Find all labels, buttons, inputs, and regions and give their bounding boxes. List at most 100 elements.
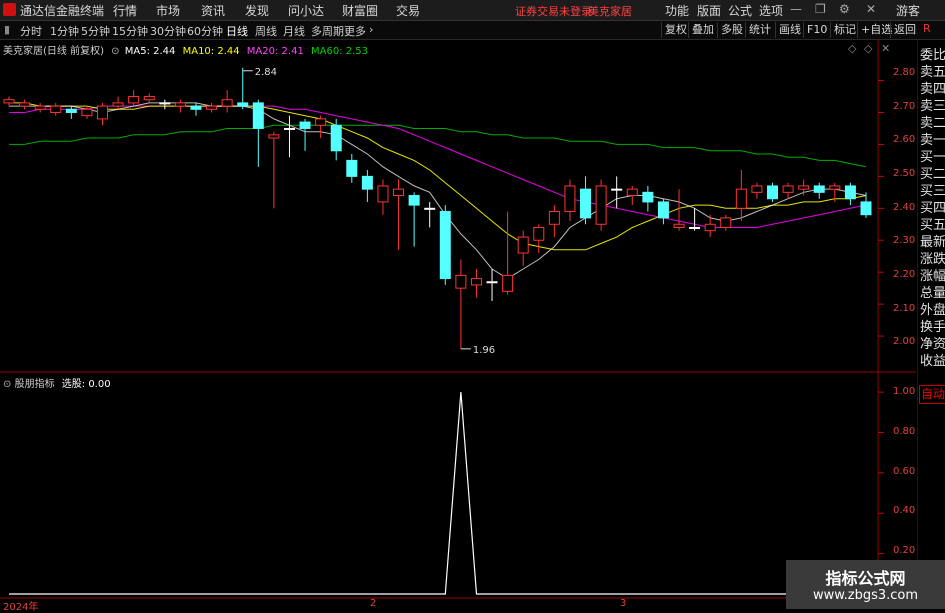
- candle: [221, 90, 233, 113]
- candle-body: [330, 124, 342, 152]
- side-field-label: 买一: [920, 150, 945, 165]
- price-tick-label: 2.50: [893, 168, 916, 179]
- sub-axis-ticks: [878, 391, 884, 555]
- candle: [580, 176, 592, 225]
- candle: [642, 185, 654, 212]
- x-tick-label: 3: [620, 598, 627, 609]
- side-field-label: 卖一: [920, 133, 945, 148]
- candle-body: [455, 274, 467, 289]
- price-annotations: 2.84 1.96: [242, 67, 495, 356]
- high-annotation: 2.84: [255, 67, 277, 78]
- candle: [3, 96, 15, 107]
- side-field-label: 卖三: [920, 99, 945, 114]
- candle-body: [128, 96, 140, 104]
- candle-body: [346, 159, 358, 177]
- side-field-label: 买四: [920, 201, 945, 216]
- candle-body: [626, 188, 638, 197]
- candle: [548, 205, 560, 238]
- side-field-label: 总量: [920, 286, 945, 301]
- candle: [346, 154, 358, 183]
- candle-body: [486, 281, 498, 284]
- low-annotation: 1.96: [473, 345, 495, 356]
- side-field-label: 最新: [920, 235, 945, 250]
- candle: [439, 205, 451, 285]
- candle: [377, 179, 389, 215]
- candle: [393, 179, 405, 250]
- price-tick-label: 2.40: [893, 202, 916, 213]
- candle-body: [844, 185, 856, 200]
- price-tick-label: 2.20: [893, 269, 916, 280]
- candlesticks: [3, 67, 872, 349]
- x-tick-label: 2024年: [3, 602, 39, 613]
- candle-body: [829, 185, 841, 190]
- candle: [283, 115, 295, 158]
- candle: [611, 176, 623, 209]
- candle: [361, 169, 373, 202]
- candle-body: [174, 102, 186, 107]
- candle: [237, 67, 249, 110]
- candle-body: [580, 188, 592, 219]
- candle-body: [3, 99, 15, 104]
- kline-chart[interactable]: 2.84 1.96: [0, 0, 945, 609]
- candle: [751, 182, 763, 199]
- side-field-label: 换手: [920, 320, 945, 335]
- price-axis-ticks: [878, 80, 884, 337]
- quote-side-panel: R 委比 卖五 卖四 卖三 卖二 卖一 买一 买二 买三 买四 买五 最新 涨跌 涨幅 总量 外盘 换手 净资 收益…: [917, 22, 945, 609]
- candle-body: [673, 223, 685, 228]
- candle-body: [720, 217, 732, 228]
- sub-tick-label: 1.00: [893, 386, 916, 397]
- price-tick-label: 2.30: [893, 235, 916, 246]
- candle-body: [81, 108, 93, 117]
- corner-r-icon[interactable]: R: [923, 22, 931, 35]
- candle-body: [34, 105, 46, 110]
- candle-body: [408, 195, 420, 206]
- candle-body: [704, 223, 716, 232]
- side-field-label: 委比: [920, 48, 945, 63]
- sub-tick-label: 0.60: [893, 466, 916, 477]
- candle-body: [502, 274, 514, 292]
- candle: [96, 102, 108, 126]
- candle-body: [689, 226, 701, 229]
- candle: [252, 99, 264, 167]
- candle-body: [470, 278, 482, 286]
- candle: [455, 259, 467, 349]
- candle: [595, 179, 607, 231]
- x-tick-label: 2: [370, 598, 377, 609]
- candle: [174, 99, 186, 113]
- candle-body: [813, 185, 825, 193]
- candle: [19, 99, 31, 110]
- candle: [206, 102, 218, 113]
- candle-body: [206, 105, 218, 110]
- candle-body: [361, 175, 373, 190]
- side-field-label: 买五: [920, 218, 945, 233]
- candle-body: [315, 118, 327, 126]
- side-field-label: 卖二: [920, 116, 945, 131]
- candle-body: [517, 236, 529, 254]
- ma20-line: [9, 105, 867, 228]
- candle: [112, 96, 124, 110]
- candle: [564, 179, 576, 222]
- ma60-line: [9, 124, 867, 168]
- candle: [626, 185, 638, 206]
- candle: [470, 268, 482, 298]
- candle: [844, 182, 856, 206]
- sub-tick-label: 0.40: [893, 505, 916, 516]
- candle-body: [424, 207, 436, 210]
- candle: [299, 118, 311, 151]
- candle: [190, 102, 202, 116]
- watermark: 指标公式网 www.zbgs3.com: [786, 560, 945, 609]
- candle: [517, 230, 529, 266]
- candle: [798, 179, 810, 196]
- candle: [782, 182, 794, 199]
- candle-body: [283, 127, 295, 130]
- candle-body: [377, 185, 389, 203]
- candle-body: [143, 96, 155, 101]
- auto-button[interactable]: 自动: [919, 385, 945, 404]
- side-field-label: 卖四: [920, 82, 945, 97]
- candle-body: [533, 226, 545, 241]
- sub-tick-label: 0.80: [893, 426, 916, 437]
- candle: [34, 102, 46, 113]
- candle-body: [751, 185, 763, 193]
- candle-body: [112, 102, 124, 107]
- candle-body: [767, 185, 779, 200]
